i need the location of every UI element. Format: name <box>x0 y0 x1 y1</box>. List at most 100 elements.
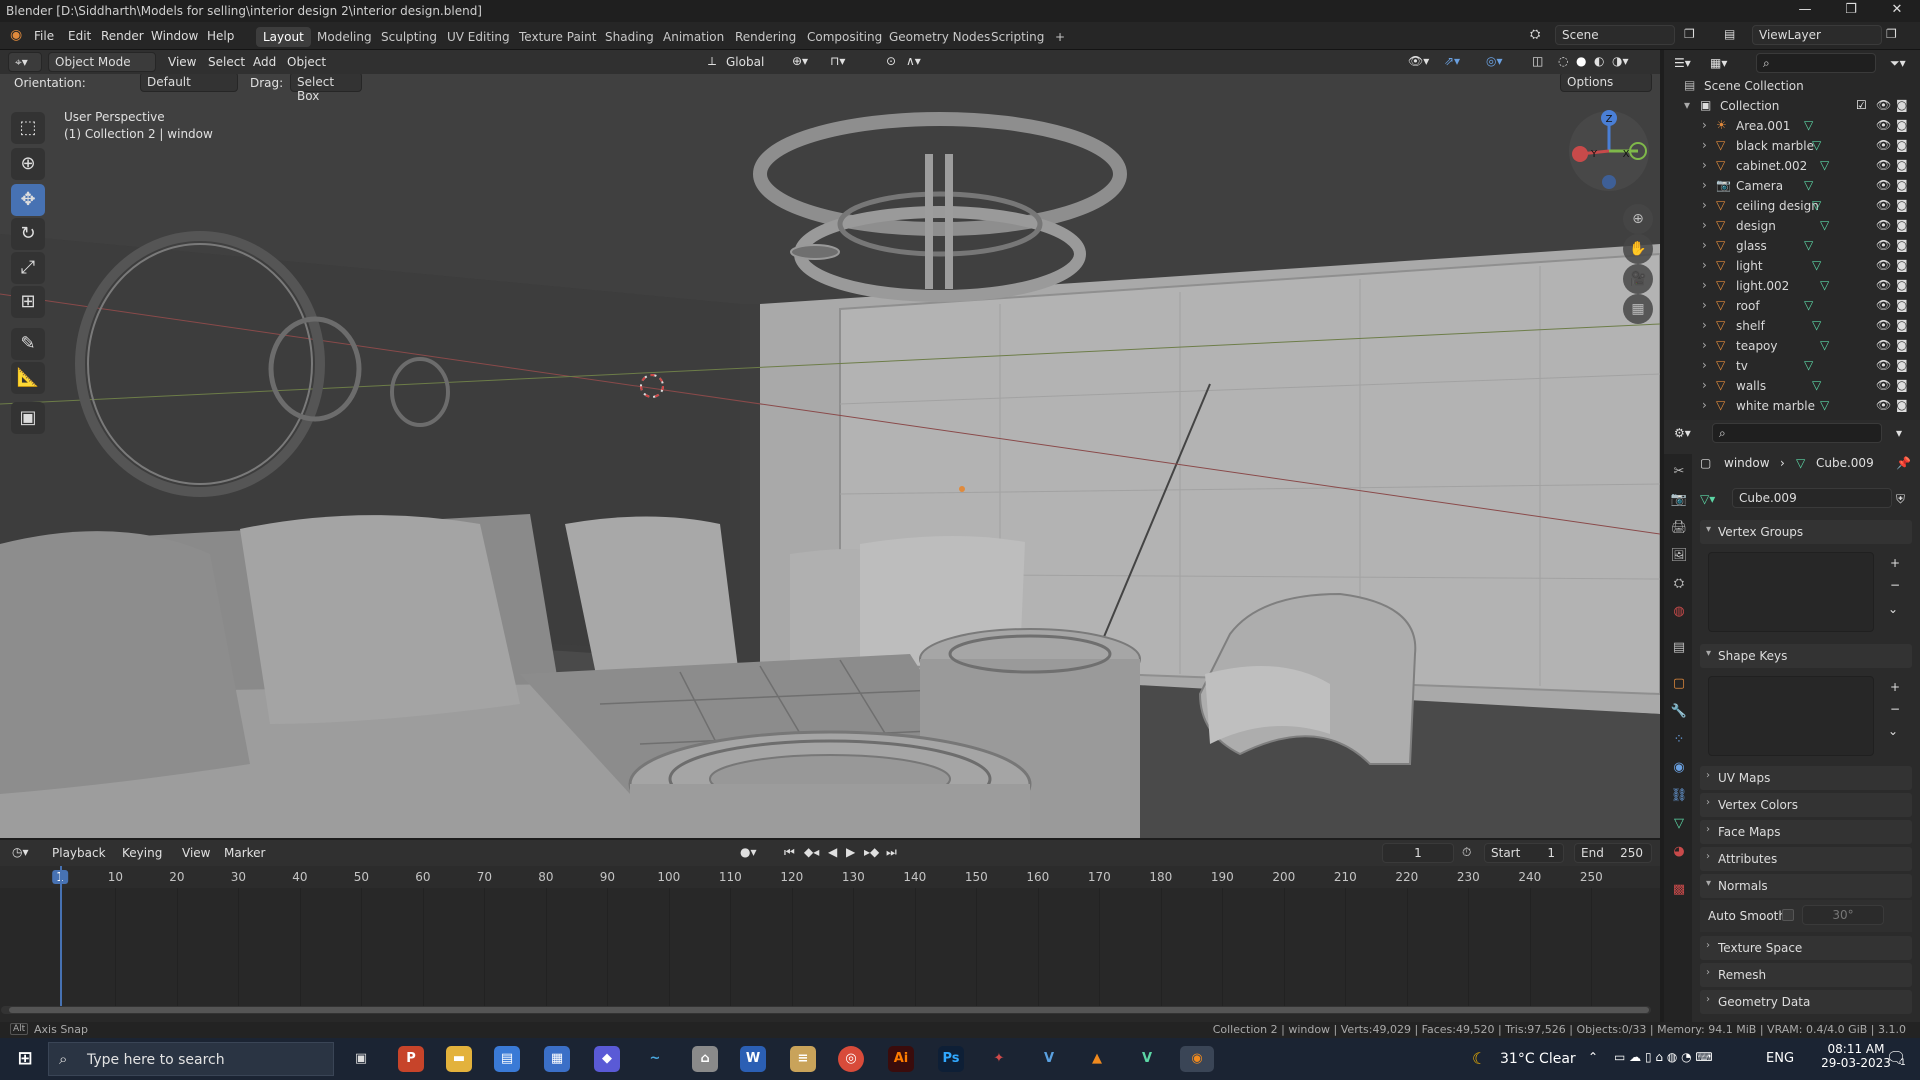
tab-scripting[interactable]: Scripting <box>984 27 1051 47</box>
eye-icon[interactable]: 👁 <box>1876 198 1891 212</box>
playhead-line[interactable] <box>60 866 62 1010</box>
annotate-tool-icon[interactable]: ✎ <box>11 328 45 360</box>
filter-icon[interactable]: ⏷▾ <box>1890 56 1906 71</box>
options-button[interactable]: Options <box>1560 74 1652 92</box>
modifier-properties-icon[interactable]: 🔧 <box>1670 704 1688 722</box>
camera-render-icon[interactable]: ◙ <box>1896 338 1908 352</box>
mesh-data-icon[interactable]: ▽ <box>1820 218 1829 232</box>
play-icon[interactable]: ▶ <box>846 845 855 859</box>
add-cube-tool-icon[interactable]: ▣ <box>11 402 45 434</box>
jump-start-icon[interactable]: ⏮ <box>784 845 795 860</box>
tab-rendering[interactable]: Rendering <box>728 27 803 47</box>
expand-arrow-icon[interactable]: ▾ <box>1684 98 1690 112</box>
transform-tool-icon[interactable]: ⊞ <box>11 286 45 318</box>
texture-properties-icon[interactable]: ▩ <box>1670 882 1688 900</box>
file-explorer-icon[interactable]: ▬ <box>446 1046 472 1072</box>
timeline-scrollbar[interactable] <box>1 1006 1651 1014</box>
navigation-gizmo[interactable]: Z Y X <box>1566 108 1652 194</box>
mesh-data-icon[interactable]: ▽ <box>1820 398 1829 412</box>
camera-render-icon[interactable]: ◙ <box>1896 378 1908 392</box>
eye-icon[interactable]: 👁 <box>1876 338 1891 352</box>
mesh-data-icon[interactable]: ▽ <box>1820 278 1829 292</box>
tab-texture-paint[interactable]: Texture Paint <box>512 27 603 47</box>
mesh-data-icon[interactable]: ▽ <box>1804 298 1813 312</box>
menu-window[interactable]: Window <box>151 29 198 43</box>
app-icon-stack[interactable]: ≡ <box>790 1046 816 1072</box>
tab-compositing[interactable]: Compositing <box>800 27 889 47</box>
outliner-row-white-marble[interactable]: › ▽ white marble ▽ 👁 ◙ <box>1664 396 1920 416</box>
mesh-data-icon[interactable]: ▽ <box>1812 318 1821 332</box>
view-layer-properties-icon[interactable]: 🖼 <box>1670 548 1688 566</box>
mesh-data-icon[interactable]: ▽ <box>1812 258 1821 272</box>
tab-layout[interactable]: Layout <box>256 27 311 47</box>
expand-arrow-icon[interactable]: › <box>1702 318 1707 332</box>
illustrator-icon[interactable]: Ai <box>888 1046 914 1072</box>
menu-select[interactable]: Select <box>208 55 245 69</box>
panel-geometry-data[interactable]: › Geometry Data <box>1700 990 1912 1014</box>
transform-orientation-icon[interactable]: ⟂ <box>708 54 716 69</box>
eye-icon[interactable]: 👁 <box>1876 298 1891 312</box>
add-vertex-group-icon[interactable]: + <box>1890 556 1900 570</box>
mesh-data-icon[interactable]: ▽ <box>1804 238 1813 252</box>
panel-attributes[interactable]: › Attributes <box>1700 847 1912 871</box>
exclude-checkbox-icon[interactable]: ☑ <box>1856 98 1867 112</box>
particles-properties-icon[interactable]: ⁘ <box>1670 732 1688 750</box>
xray-icon[interactable]: ◫ <box>1532 54 1543 68</box>
mesh-datablock-icon[interactable]: ▽▾ <box>1700 492 1715 506</box>
outliner-row-roof[interactable]: › ▽ roof ▽ 👁 ◙ <box>1664 296 1920 316</box>
outliner-row-scene-collection[interactable]: ▤ Scene Collection <box>1664 76 1920 96</box>
mesh-data-icon[interactable]: ▽ <box>1812 378 1821 392</box>
chrome-icon[interactable]: ◎ <box>838 1046 864 1072</box>
tool-settings-icon[interactable]: ✂ <box>1670 464 1688 482</box>
mesh-name-field[interactable]: Cube.009 <box>1732 488 1892 508</box>
scale-tool-icon[interactable]: ⤢ <box>11 252 45 284</box>
display-mode-icon[interactable]: ▦▾ <box>1710 56 1727 70</box>
outliner-row-cabinet-002[interactable]: › ▽ cabinet.002 ▽ 👁 ◙ <box>1664 156 1920 176</box>
next-keyframe-icon[interactable]: ▸◆ <box>864 845 879 859</box>
prev-keyframe-icon[interactable]: ◆◂ <box>804 845 819 859</box>
app-icon-blue[interactable]: ◆ <box>594 1046 620 1072</box>
view-layer-selector[interactable]: ViewLayer <box>1752 25 1882 45</box>
panel-remesh[interactable]: › Remesh <box>1700 963 1912 987</box>
properties-editor-icon[interactable]: ⚙▾ <box>1674 426 1691 440</box>
orientation-selector[interactable]: Default <box>140 74 238 92</box>
drag-selector[interactable]: Select Box <box>290 74 362 103</box>
add-workspace-button[interactable]: + <box>1048 27 1072 47</box>
panel-face-maps[interactable]: › Face Maps <box>1700 820 1912 844</box>
view-layer-icon[interactable]: ▤ <box>1724 27 1735 41</box>
material-properties-icon[interactable]: ◕ <box>1670 844 1688 862</box>
eye-icon[interactable]: 👁 <box>1876 118 1891 132</box>
scene-icon[interactable]: ⛭ <box>1530 27 1540 42</box>
shape-keys-list[interactable] <box>1708 676 1874 756</box>
expand-arrow-icon[interactable]: › <box>1702 338 1707 352</box>
auto-smooth-angle-field[interactable]: 30° <box>1802 905 1884 925</box>
tab-animation[interactable]: Animation <box>656 27 731 47</box>
eye-icon[interactable]: 👁 <box>1876 378 1891 392</box>
eye-icon[interactable]: 👁 <box>1876 278 1891 292</box>
expand-arrow-icon[interactable]: › <box>1702 158 1707 172</box>
play-reverse-icon[interactable]: ◀ <box>828 845 837 859</box>
tab-modeling[interactable]: Modeling <box>310 27 379 47</box>
camera-render-icon[interactable]: ◙ <box>1896 258 1908 272</box>
vertex-groups-list[interactable] <box>1708 552 1874 632</box>
menu-keying[interactable]: Keying <box>122 846 162 860</box>
scene-properties-icon[interactable]: ⛭ <box>1670 576 1688 594</box>
outliner-row-glass[interactable]: › ▽ glass ▽ 👁 ◙ <box>1664 236 1920 256</box>
outliner-row-light-002[interactable]: › ▽ light.002 ▽ 👁 ◙ <box>1664 276 1920 296</box>
microsoft-store-icon[interactable]: ▦ <box>544 1046 570 1072</box>
mesh-data-icon[interactable]: ▽ <box>1804 178 1813 192</box>
photoshop-icon[interactable]: Ps <box>938 1046 964 1072</box>
menu-add[interactable]: Add <box>253 55 276 69</box>
panel-normals[interactable]: ▾ Normals <box>1700 874 1912 898</box>
breadcrumb-object[interactable]: window <box>1724 456 1770 470</box>
blender-logo-icon[interactable]: ◉ <box>10 27 22 43</box>
proportional-edit-icon[interactable]: ⊙ <box>886 54 896 68</box>
camera-render-icon[interactable]: ◙ <box>1896 278 1908 292</box>
vray-icon[interactable]: V <box>1036 1046 1062 1072</box>
new-scene-icon[interactable]: ❐ <box>1684 27 1695 41</box>
language-indicator[interactable]: ENG <box>1766 1051 1794 1066</box>
expand-arrow-icon[interactable]: › <box>1702 398 1707 412</box>
taskbar-search[interactable]: ⌕ Type here to search <box>48 1042 334 1076</box>
expand-arrow-icon[interactable]: › <box>1702 378 1707 392</box>
timeline-scroll-thumb[interactable] <box>9 1007 1649 1013</box>
